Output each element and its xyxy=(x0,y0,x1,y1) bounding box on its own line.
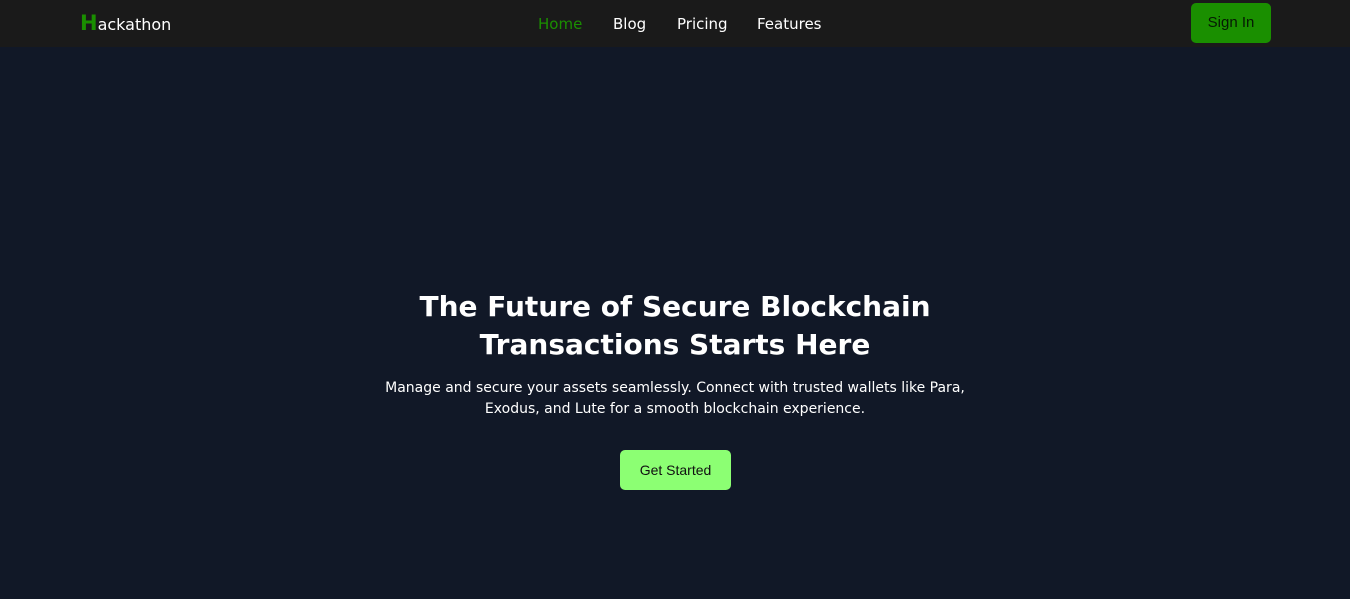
logo-initial: H xyxy=(80,11,98,35)
hero-title: The Future of Secure Blockchain Transact… xyxy=(375,288,975,364)
hero-subtitle: Manage and secure your assets seamlessly… xyxy=(365,378,985,420)
hero-title-line-1: The Future of Secure Blockchain xyxy=(419,290,931,323)
navbar: Hackathon Home Blog Pricing Features Sig… xyxy=(0,0,1350,47)
nav-link-pricing[interactable]: Pricing xyxy=(677,14,728,34)
get-started-button[interactable]: Get Started xyxy=(620,450,731,490)
hero-subtitle-line-1: Manage and secure your assets seamlessly… xyxy=(385,380,965,396)
sign-in-button[interactable]: Sign In xyxy=(1191,3,1271,43)
nav-link-blog[interactable]: Blog xyxy=(613,14,646,34)
nav-link-features[interactable]: Features xyxy=(757,14,822,34)
hero-section: The Future of Secure Blockchain Transact… xyxy=(0,47,1350,599)
hero-subtitle-line-2: Exodus, and Lute for a smooth blockchain… xyxy=(484,401,866,417)
hero-title-line-2: Transactions Starts Here xyxy=(479,328,871,361)
logo[interactable]: Hackathon xyxy=(80,11,171,37)
nav-link-home[interactable]: Home xyxy=(538,14,582,34)
logo-text: ackathon xyxy=(97,15,172,34)
